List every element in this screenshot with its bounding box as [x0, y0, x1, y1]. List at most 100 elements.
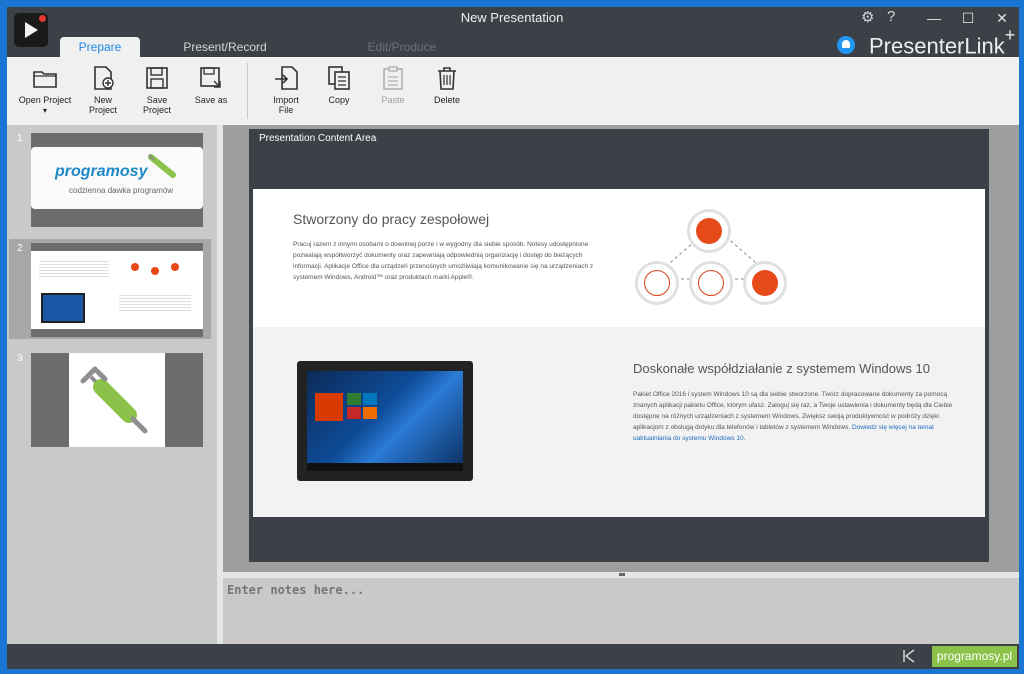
save-project-button[interactable]: Save Project — [127, 63, 187, 115]
import-icon — [273, 65, 299, 91]
slide-number: 3 — [17, 353, 23, 364]
slide-preview: Stworzony do pracy zespołowej Pracuj raz… — [253, 189, 985, 517]
paste-button: Paste — [363, 63, 423, 105]
import-file-label: Import File — [273, 95, 299, 115]
slide-paragraph-1: Pracuj razem z innymi osobami o dowolnej… — [293, 241, 594, 281]
slide-item-2[interactable]: 2 — [9, 239, 211, 339]
slides-panel: 1 programosy codzienna dawka programów 2 — [7, 125, 217, 644]
folder-icon — [644, 270, 670, 296]
status-bar: programosy.pl — [7, 644, 1019, 669]
paste-icon — [380, 65, 406, 91]
help-icon[interactable]: ? — [887, 8, 895, 25]
thumb-text-lines — [39, 259, 109, 279]
slide-heading-1: Stworzony do pracy zespołowej — [293, 211, 490, 227]
tab-edit-produce: Edit/Produce — [367, 40, 437, 54]
ribbon-separator — [247, 63, 248, 119]
skip-back-icon[interactable] — [901, 648, 917, 664]
slide-number: 2 — [17, 243, 23, 254]
presentation-stage: Presentation Content Area Stworzony do p… — [223, 125, 1019, 572]
person-icon — [696, 218, 722, 244]
paste-label: Paste — [381, 95, 405, 105]
slide-item-1[interactable]: 1 programosy codzienna dawka programów — [9, 129, 211, 229]
content-area-title: Presentation Content Area — [259, 133, 377, 144]
copy-icon — [326, 65, 352, 91]
thumb-dot — [171, 263, 179, 271]
thumb-title: programosy — [55, 163, 148, 180]
play-icon — [25, 22, 38, 38]
presentation-content-area: Presentation Content Area Stworzony do p… — [249, 129, 989, 562]
open-project-button[interactable]: Open Project ▾ — [15, 63, 75, 115]
tile-icon — [363, 407, 377, 419]
desktop-frame: New Presentation ⚙ ? — ☐ ✕ Prepare Prese… — [0, 0, 1024, 674]
new-project-button[interactable]: New Project — [73, 63, 133, 115]
tab-present-record[interactable]: Present/Record — [170, 37, 280, 57]
thumb-band-bottom — [31, 329, 203, 337]
folder-icon — [32, 65, 58, 91]
title-bar: New Presentation ⚙ ? — ☐ ✕ Prepare Prese… — [7, 7, 1019, 59]
chevron-down-icon[interactable]: ▾ — [15, 106, 75, 115]
copy-label: Copy — [328, 95, 350, 105]
app-window: New Presentation ⚙ ? — ☐ ✕ Prepare Prese… — [7, 7, 1019, 669]
person-icon — [752, 270, 778, 296]
notes-panel — [223, 578, 1019, 644]
save-as-label: Save as — [194, 95, 228, 105]
tile-icon — [363, 393, 377, 405]
record-dot-icon — [39, 15, 46, 22]
office-tile-icon — [315, 393, 343, 421]
open-project-label: Open Project — [18, 95, 72, 105]
thumb-subtitle: codzienna dawka programów — [69, 186, 174, 195]
xbox-tile-icon — [347, 393, 361, 405]
brand-plus: + — [1004, 25, 1016, 45]
settings-gear-icon[interactable]: ⚙ — [861, 8, 874, 26]
checklist-node-icon — [689, 261, 733, 305]
save-project-label: Save Project — [142, 95, 171, 115]
thumb-band-top — [31, 243, 203, 251]
delete-button[interactable]: Delete — [417, 63, 477, 105]
maximize-button[interactable]: ☐ — [951, 7, 985, 29]
new-project-label: New Project — [88, 95, 117, 115]
folder-node-icon — [635, 261, 679, 305]
ribbon-toolbar: Open Project ▾ New Project Save Project … — [7, 57, 1019, 126]
delete-label: Delete — [433, 95, 460, 105]
tablet-image — [297, 361, 473, 481]
notes-input[interactable] — [223, 578, 1019, 644]
brand-logo: PresenterLink+ — [869, 25, 1015, 59]
notification-bell-icon[interactable] — [837, 36, 855, 54]
slide-thumbnail — [31, 353, 203, 447]
trash-icon — [434, 65, 460, 91]
app-logo-icon[interactable] — [14, 13, 48, 47]
slide-heading-2: Doskonałe współdziałanie z systemem Wind… — [633, 361, 930, 376]
windows-desktop-screen — [307, 371, 463, 471]
copy-button[interactable]: Copy — [309, 63, 369, 105]
taskbar — [307, 463, 463, 471]
tile-icon — [347, 407, 361, 419]
slide-thumbnail: programosy codzienna dawka programów — [31, 133, 203, 227]
slide-section-bottom: Doskonałe współdziałanie z systemem Wind… — [253, 327, 985, 517]
checklist-icon — [698, 270, 724, 296]
tab-prepare[interactable]: Prepare — [60, 37, 140, 57]
syringe-icon — [148, 154, 176, 178]
thumb-text-lines — [119, 293, 191, 313]
save-as-icon — [198, 65, 224, 91]
brand-name: PresenterLink — [869, 33, 1005, 59]
person-node-icon — [743, 261, 787, 305]
slide-item-3[interactable]: 3 — [9, 349, 211, 449]
import-file-button[interactable]: Import File — [256, 63, 316, 115]
splitter-grip-icon — [619, 573, 625, 576]
thumb-dot — [151, 267, 159, 275]
minimize-button[interactable]: — — [917, 7, 951, 29]
slide-section-top: Stworzony do pracy zespołowej Pracuj raz… — [253, 189, 985, 327]
person-node-icon — [687, 209, 731, 253]
save-icon — [144, 65, 170, 91]
slide-thumbnail — [31, 243, 203, 337]
slide-paragraph-2: Pakiet Office 2016 i system Windows 10 s… — [633, 389, 953, 444]
slide-number: 1 — [17, 133, 23, 144]
programosy-badge: programosy.pl — [932, 646, 1017, 667]
thumb-tablet — [41, 293, 85, 323]
new-file-icon — [90, 65, 116, 91]
save-as-button[interactable]: Save as — [181, 63, 241, 105]
thumb-dot — [131, 263, 139, 271]
window-controls: — ☐ ✕ — [917, 7, 1019, 29]
syringe-icon — [80, 366, 148, 434]
window-title: New Presentation — [460, 10, 564, 25]
